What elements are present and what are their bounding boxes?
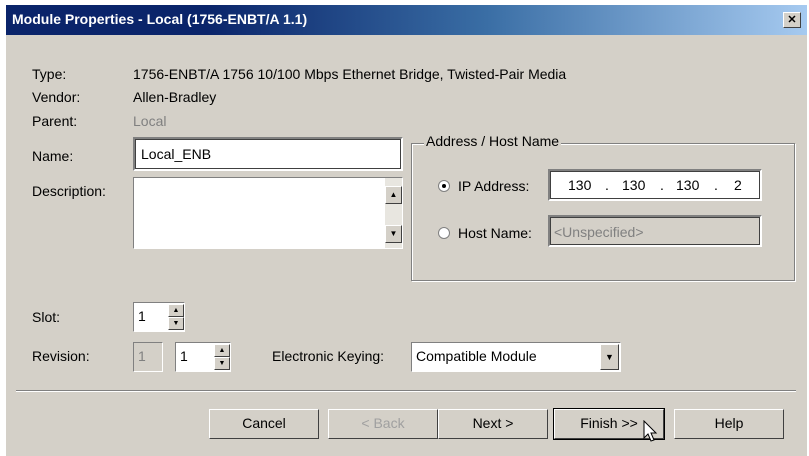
slot-up-icon[interactable]: ▲ <box>168 304 184 317</box>
revision-up-icon[interactable]: ▲ <box>214 344 230 357</box>
host-name-radio[interactable] <box>438 227 450 239</box>
electronic-keying-value: Compatible Module <box>416 348 537 364</box>
name-label: Name: <box>32 148 74 164</box>
host-name-label[interactable]: Host Name: <box>458 225 532 241</box>
revision-major-value: 1 <box>138 348 146 364</box>
ip-octet-2: 130 <box>622 177 646 193</box>
vendor-value: Allen-Bradley <box>133 89 217 105</box>
type-value: 1756-ENBT/A 1756 10/100 Mbps Ethernet Br… <box>133 66 567 82</box>
ip-octet-1: 130 <box>568 177 592 193</box>
slot-field[interactable]: 1 ▲ ▼ <box>133 302 185 332</box>
type-label: Type: <box>32 66 67 82</box>
ip-dot-3: . <box>714 177 718 193</box>
address-group-label: Address / Host Name <box>424 133 562 149</box>
slot-value: 1 <box>138 308 146 324</box>
slot-label: Slot: <box>32 309 61 325</box>
revision-label: Revision: <box>32 348 90 364</box>
description-field[interactable]: ▲ ▼ <box>133 177 403 249</box>
revision-minor-value: 1 <box>180 348 188 364</box>
cancel-button[interactable]: Cancel <box>209 409 319 439</box>
ip-dot-2: . <box>660 177 664 193</box>
electronic-keying-select[interactable]: Compatible Module ▼ <box>411 342 621 372</box>
parent-label: Parent: <box>32 113 78 129</box>
vendor-label: Vendor: <box>32 89 81 105</box>
description-label: Description: <box>32 183 106 199</box>
module-properties-dialog: Module Properties - Local (1756-ENBT/A 1… <box>5 4 807 456</box>
close-icon[interactable]: ✕ <box>783 12 801 28</box>
separator-line <box>16 390 796 392</box>
ip-octet-4: 2 <box>734 177 742 193</box>
title-bar[interactable]: Module Properties - Local (1756-ENBT/A 1… <box>6 5 807 35</box>
host-name-field[interactable]: <Unspecified> <box>548 215 762 247</box>
next-button[interactable]: Next > <box>438 409 548 439</box>
scroll-down-icon[interactable]: ▼ <box>385 225 402 243</box>
host-name-placeholder: <Unspecified> <box>554 224 644 240</box>
address-group <box>411 143 795 281</box>
back-button[interactable]: < Back <box>328 409 438 439</box>
help-button[interactable]: Help <box>674 409 784 439</box>
ip-address-label[interactable]: IP Address: <box>458 178 529 194</box>
parent-value: Local <box>133 113 167 129</box>
window-title: Module Properties - Local (1756-ENBT/A 1… <box>12 11 308 27</box>
electronic-keying-label: Electronic Keying: <box>272 348 385 364</box>
name-field[interactable]: Local_ENB <box>133 137 403 171</box>
ip-dot-1: . <box>605 177 609 193</box>
name-field-value: Local_ENB <box>141 146 212 162</box>
revision-minor-field[interactable]: 1 ▲ ▼ <box>175 342 231 372</box>
dropdown-arrow-icon[interactable]: ▼ <box>600 344 619 370</box>
mouse-cursor-icon <box>643 420 658 442</box>
description-scrollbar[interactable]: ▲ ▼ <box>385 178 402 248</box>
ip-address-field[interactable]: 130 . 130 . 130 . 2 <box>548 169 762 201</box>
ip-address-radio[interactable] <box>438 180 450 192</box>
revision-major-field[interactable]: 1 <box>133 342 163 372</box>
ip-octet-3: 130 <box>676 177 700 193</box>
slot-down-icon[interactable]: ▼ <box>168 317 184 330</box>
revision-down-icon[interactable]: ▼ <box>214 357 230 370</box>
scroll-up-icon[interactable]: ▲ <box>385 186 402 204</box>
